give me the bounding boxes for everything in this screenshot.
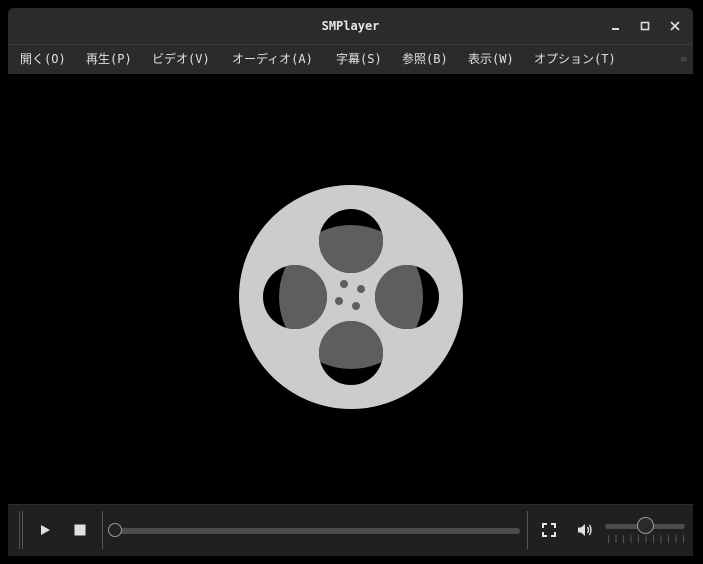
volume-handle[interactable] [636, 517, 654, 534]
control-bar [8, 504, 693, 556]
fullscreen-button[interactable] [536, 517, 562, 543]
smplayer-window: SMPlayer 開く(O) 再生(P) ビデオ(V) オーディオ(A) 字幕(… [8, 8, 693, 556]
menu-audio[interactable]: オーディオ(A) [232, 45, 313, 74]
close-icon [670, 21, 680, 31]
toolbar-handle-line [22, 511, 23, 549]
play-button[interactable] [32, 517, 58, 543]
menu-browse[interactable]: 参照(B) [402, 45, 448, 74]
menu-subtitles[interactable]: 字幕(S) [336, 45, 382, 74]
maximize-icon [640, 21, 650, 31]
stop-button[interactable] [67, 517, 93, 543]
menu-open[interactable]: 開く(O) [20, 45, 66, 74]
maximize-button[interactable] [635, 16, 655, 36]
film-reel-icon [239, 185, 463, 409]
menu-bar: 開く(O) 再生(P) ビデオ(V) オーディオ(A) 字幕(S) 参照(B) … [8, 44, 693, 74]
seek-handle[interactable] [108, 523, 122, 537]
play-icon [41, 525, 50, 535]
title-bar[interactable]: SMPlayer [8, 8, 693, 44]
seek-bar[interactable] [116, 528, 520, 534]
stop-icon [74, 524, 86, 536]
menu-play[interactable]: 再生(P) [86, 45, 132, 74]
separator-left [102, 511, 103, 549]
minimize-icon [612, 28, 619, 30]
close-button[interactable] [665, 16, 685, 36]
toolbar-handle[interactable] [19, 511, 20, 549]
separator-right [527, 511, 528, 549]
menu-view[interactable]: 表示(W) [468, 45, 514, 74]
window-title: SMPlayer [321, 19, 380, 33]
video-area[interactable] [8, 74, 693, 504]
menu-extension-button[interactable]: » [680, 45, 687, 74]
fullscreen-icon [542, 523, 556, 537]
volume-button[interactable] [572, 517, 598, 543]
menu-options[interactable]: オプション(T) [534, 45, 616, 74]
menu-video[interactable]: ビデオ(V) [152, 45, 210, 74]
speaker-icon [578, 524, 592, 536]
volume-ticks [608, 535, 684, 543]
minimize-button[interactable] [606, 16, 626, 36]
